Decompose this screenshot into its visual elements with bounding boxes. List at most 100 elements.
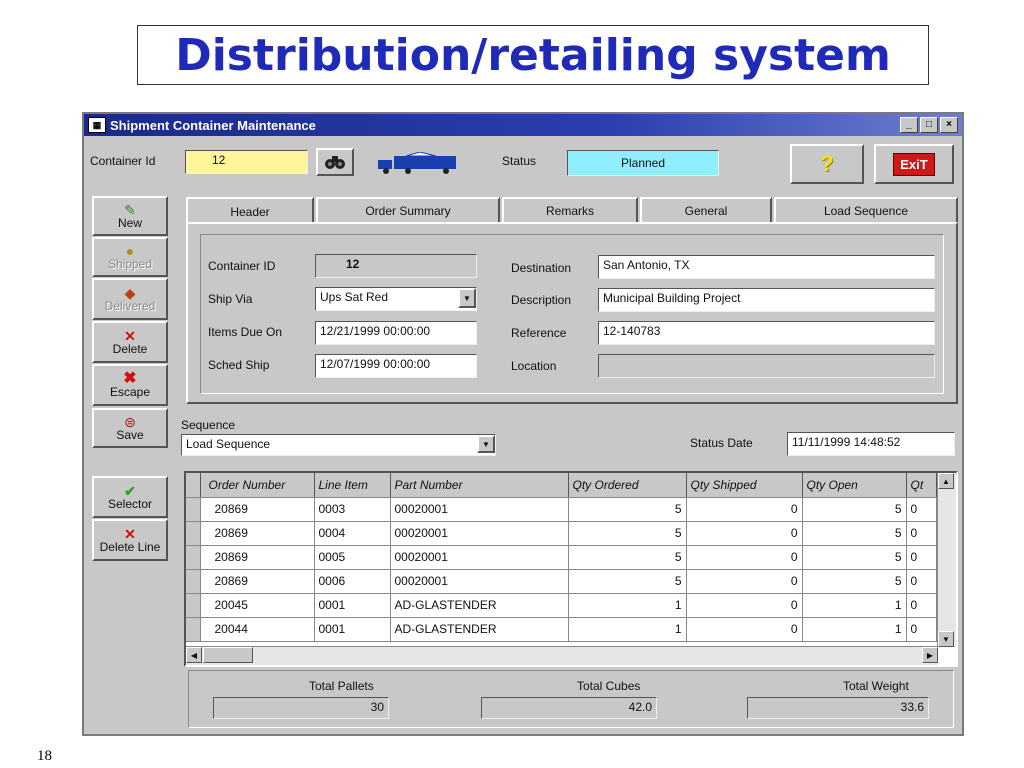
row-selector[interactable] <box>186 497 201 522</box>
cell-qty-extra[interactable]: 0 <box>906 521 937 546</box>
container-id-input[interactable]: 12 <box>185 150 308 174</box>
cell-order-number[interactable]: 20869 <box>200 545 315 570</box>
tab-load-sequence[interactable]: Load Sequence <box>774 197 958 223</box>
scroll-down-icon[interactable]: ▼ <box>938 631 954 647</box>
scroll-left-icon[interactable]: ◀ <box>186 647 202 663</box>
row-selector[interactable] <box>186 521 201 546</box>
cell-line-item[interactable]: 0003 <box>314 497 391 522</box>
find-button[interactable] <box>316 148 354 176</box>
cell-qty-ordered[interactable]: 5 <box>568 545 687 570</box>
window-titlebar[interactable]: ▦ Shipment Container Maintenance _ □ × <box>84 114 962 136</box>
table-row[interactable]: 20045 0001 AD-GLASTENDER 1 0 1 0 <box>186 593 937 618</box>
tab-general[interactable]: General <box>640 197 772 223</box>
row-selector[interactable] <box>186 617 201 642</box>
cell-qty-open[interactable]: 5 <box>802 569 907 594</box>
column-header[interactable]: Qty Shipped <box>686 473 803 498</box>
cell-qty-shipped[interactable]: 0 <box>686 521 803 546</box>
cell-qty-extra[interactable]: 0 <box>906 617 937 642</box>
sequence-chevron-down-icon[interactable]: ▼ <box>477 435 495 453</box>
cell-qty-ordered[interactable]: 1 <box>568 617 687 642</box>
cell-part-number[interactable]: 00020001 <box>390 521 569 546</box>
cell-qty-extra[interactable]: 0 <box>906 593 937 618</box>
row-selector[interactable] <box>186 593 201 618</box>
cell-order-number[interactable]: 20869 <box>200 497 315 522</box>
column-header[interactable]: Line Item <box>314 473 391 498</box>
cell-qty-shipped[interactable]: 0 <box>686 497 803 522</box>
cell-part-number[interactable]: 00020001 <box>390 545 569 570</box>
cell-qty-open[interactable]: 5 <box>802 497 907 522</box>
horizontal-scroll-thumb[interactable] <box>203 647 253 663</box>
description-input[interactable]: Municipal Building Project <box>598 288 935 312</box>
delete-line-button[interactable]: ✕ Delete Line <box>92 519 168 561</box>
cell-qty-shipped[interactable]: 0 <box>686 593 803 618</box>
scroll-up-icon[interactable]: ▲ <box>938 473 954 489</box>
total-pallets-field: 30 <box>213 697 389 719</box>
cell-qty-open[interactable]: 5 <box>802 521 907 546</box>
save-button[interactable]: ⊜ Save <box>92 408 168 448</box>
items-due-input[interactable]: 12/21/1999 00:00:00 <box>315 321 477 345</box>
delete-button[interactable]: ✕ Delete <box>92 321 168 363</box>
destination-input[interactable]: San Antonio, TX <box>598 255 935 279</box>
row-selector[interactable] <box>186 569 201 594</box>
cell-line-item[interactable]: 0001 <box>314 617 391 642</box>
escape-button[interactable]: ✖ Escape <box>92 364 168 406</box>
exit-button[interactable]: ExiT <box>874 144 954 184</box>
cell-part-number[interactable]: 00020001 <box>390 569 569 594</box>
cell-qty-open[interactable]: 1 <box>802 593 907 618</box>
help-button[interactable]: ? <box>790 144 864 184</box>
cell-line-item[interactable]: 0005 <box>314 545 391 570</box>
cell-qty-ordered[interactable]: 5 <box>568 497 687 522</box>
cell-order-number[interactable]: 20869 <box>200 569 315 594</box>
cell-order-number[interactable]: 20045 <box>200 593 315 618</box>
column-header[interactable]: Qty Open <box>802 473 907 498</box>
table-row[interactable]: 20869 0004 00020001 5 0 5 0 <box>186 521 937 546</box>
cell-qty-shipped[interactable]: 0 <box>686 545 803 570</box>
cell-qty-ordered[interactable]: 5 <box>568 521 687 546</box>
cell-qty-extra[interactable]: 0 <box>906 569 937 594</box>
cell-part-number[interactable]: AD-GLASTENDER <box>390 617 569 642</box>
delivered-button[interactable]: ◆ Delivered <box>92 278 168 320</box>
column-header[interactable]: Qty Ordered <box>568 473 687 498</box>
table-row[interactable]: 20869 0006 00020001 5 0 5 0 <box>186 569 937 594</box>
sched-ship-input[interactable]: 12/07/1999 00:00:00 <box>315 354 477 378</box>
cell-part-number[interactable]: 00020001 <box>390 497 569 522</box>
column-header[interactable]: Order Number <box>200 473 315 498</box>
tab-header[interactable]: Header <box>186 197 314 225</box>
maximize-button[interactable]: □ <box>920 117 938 133</box>
cell-qty-ordered[interactable]: 5 <box>568 569 687 594</box>
ship-via-select[interactable]: Ups Sat Red ▼ <box>315 287 477 311</box>
table-row[interactable]: 20044 0001 AD-GLASTENDER 1 0 1 0 <box>186 617 937 642</box>
sequence-select[interactable]: Load Sequence ▼ <box>181 434 496 456</box>
cell-qty-ordered[interactable]: 1 <box>568 593 687 618</box>
cell-line-item[interactable]: 0004 <box>314 521 391 546</box>
chevron-down-icon[interactable]: ▼ <box>458 288 476 308</box>
scroll-right-icon[interactable]: ▶ <box>922 647 938 663</box>
shipped-button[interactable]: ● Shipped <box>92 237 168 277</box>
cell-order-number[interactable]: 20869 <box>200 521 315 546</box>
tab-remarks[interactable]: Remarks <box>502 197 638 223</box>
cell-line-item[interactable]: 0001 <box>314 593 391 618</box>
cell-qty-open[interactable]: 5 <box>802 545 907 570</box>
cell-qty-extra[interactable]: 0 <box>906 497 937 522</box>
cell-qty-shipped[interactable]: 0 <box>686 569 803 594</box>
tab-order-summary[interactable]: Order Summary <box>316 197 500 223</box>
cell-line-item[interactable]: 0006 <box>314 569 391 594</box>
table-row[interactable]: 20869 0003 00020001 5 0 5 0 <box>186 497 937 522</box>
selector-button[interactable]: ✔ Selector <box>92 476 168 518</box>
vertical-scrollbar[interactable]: ▲ ▼ <box>937 473 956 647</box>
minimize-button[interactable]: _ <box>900 117 918 133</box>
reference-input[interactable]: 12-140783 <box>598 321 935 345</box>
column-header[interactable]: Qt <box>906 473 937 498</box>
horizontal-scrollbar[interactable]: ◀ ▶ <box>186 646 938 665</box>
row-selector[interactable] <box>186 545 201 570</box>
cell-part-number[interactable]: AD-GLASTENDER <box>390 593 569 618</box>
column-header[interactable]: Part Number <box>390 473 569 498</box>
shipped-icon: ● <box>125 242 135 259</box>
cell-qty-extra[interactable]: 0 <box>906 545 937 570</box>
cell-qty-open[interactable]: 1 <box>802 617 907 642</box>
close-button[interactable]: × <box>940 117 958 133</box>
cell-qty-shipped[interactable]: 0 <box>686 617 803 642</box>
cell-order-number[interactable]: 20044 <box>200 617 315 642</box>
new-button[interactable]: ✎ New <box>92 196 168 236</box>
table-row[interactable]: 20869 0005 00020001 5 0 5 0 <box>186 545 937 570</box>
